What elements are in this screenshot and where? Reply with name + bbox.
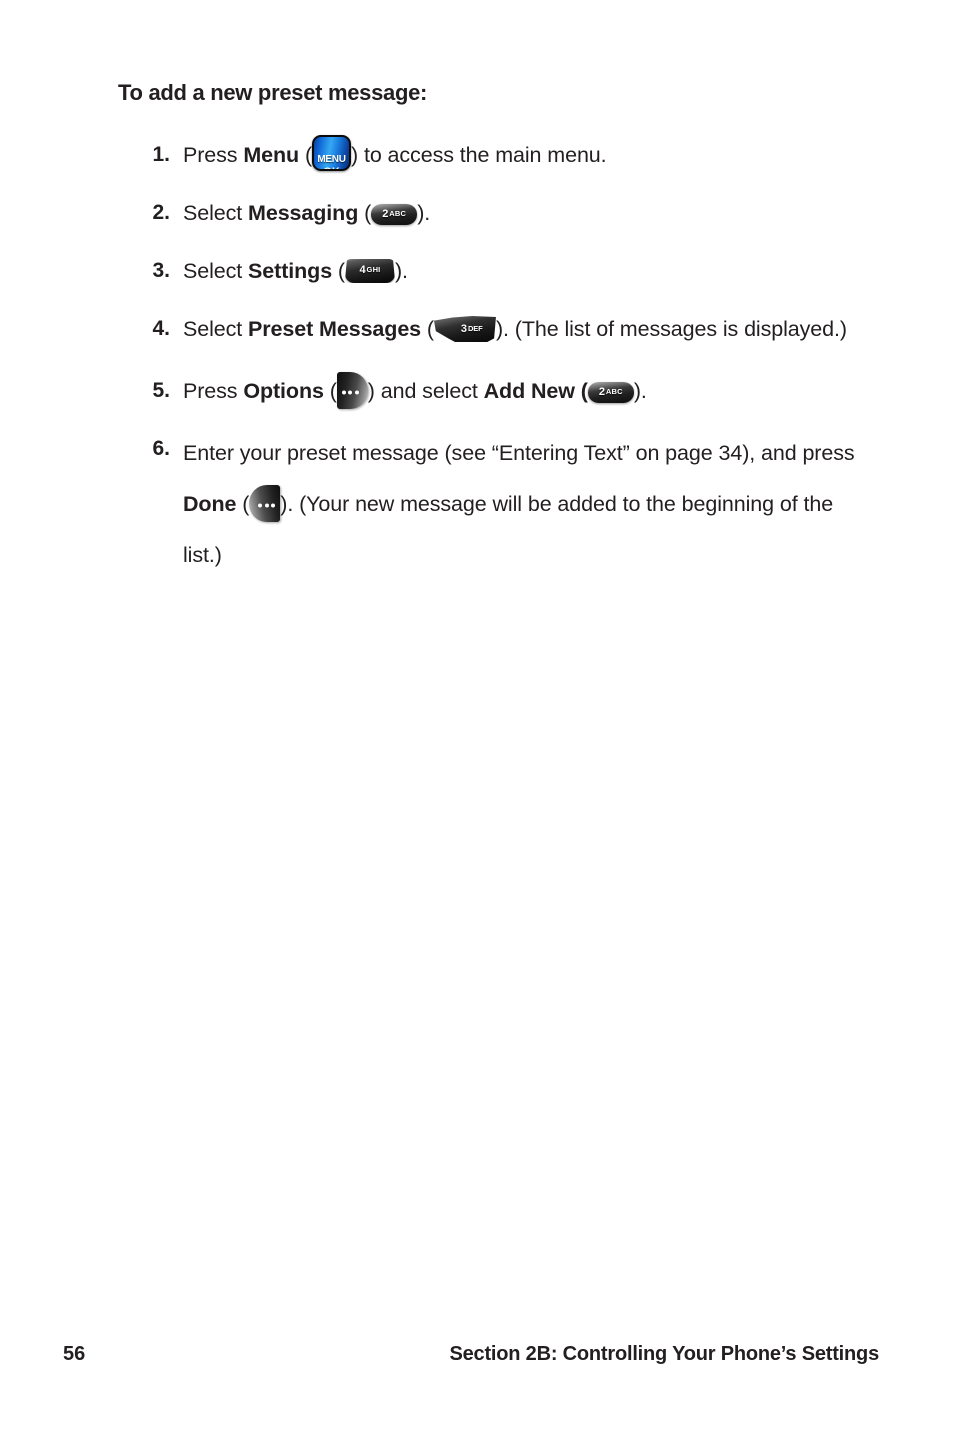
step-emphasis-options: Options [243, 379, 324, 403]
step-number: 3. [152, 259, 170, 282]
step-text-post: ). [394, 259, 408, 283]
step-text-mid: ( [358, 201, 372, 225]
step-emphasis-preset-messages: Preset Messages [248, 317, 422, 341]
key-2-abc-icon: 2ABC [371, 204, 418, 225]
key-letters: ABC [605, 387, 623, 396]
step-text-pre: Select [183, 201, 249, 225]
step-number: 5. [152, 379, 170, 402]
step-text-mid: ( [323, 379, 337, 403]
step-text-mid: ( [236, 492, 250, 516]
step-text: Enter your preset message (see “Entering… [183, 428, 874, 581]
key-letters: ABC [389, 209, 407, 218]
step-text-pre: Press [183, 143, 244, 167]
list-item-step-3: 3. Select Settings (4GHI). [0, 250, 954, 292]
page-title: To add a new preset message: [118, 80, 428, 105]
step-emphasis-menu: Menu [243, 143, 300, 167]
key-2-abc-label: 2ABC [588, 385, 634, 399]
step-text-pre: Select [183, 259, 249, 283]
list-item-step-5: 5. Press Options ( ) and select Add New (… [0, 370, 954, 412]
step-number: 4. [152, 317, 170, 340]
list-item-step-2: 2. Select Messaging (2ABC). [0, 192, 954, 234]
step-text-mid2: ) and select [367, 379, 484, 403]
key-letters: GHI [366, 265, 381, 274]
step-text-mid: ( [421, 317, 434, 341]
page-footer: 56 Section 2B: Controlling Your Phone’s … [0, 1343, 954, 1373]
step-text-mid: ( [299, 143, 313, 167]
step-text-post: ) to access the main menu. [351, 143, 607, 167]
step-text-post: ). [417, 201, 431, 225]
list-item-step-1: 1. Press Menu (MENUOK) to access the mai… [0, 134, 954, 176]
step-text-mid: ( [332, 259, 345, 283]
step-emphasis-settings: Settings [248, 259, 333, 283]
list-item-step-6: 6. Enter your preset message (see “Enter… [0, 428, 954, 581]
key-digit: 2 [382, 208, 389, 220]
step-emphasis-messaging: Messaging [248, 201, 359, 225]
step-text-pre: Select [183, 317, 249, 341]
ellipsis-dots-icon [337, 387, 368, 394]
menu-ok-key-icon: MENUOK [312, 135, 352, 171]
key-3-def-icon: 3DEF [433, 316, 496, 342]
soft-key-left-options-icon [336, 372, 368, 409]
menu-ok-key-label-line2: OK [314, 151, 349, 169]
step-text-post: ). (The list of messages is displayed.) [495, 317, 847, 341]
key-3-def-label: 3DEF [449, 322, 495, 336]
step-text-post: ). (Your new message will be added to th… [183, 492, 834, 567]
step-text: Select Messaging (2ABC). [183, 192, 874, 234]
soft-key-right-done-icon [249, 485, 281, 522]
step-number: 2. [152, 201, 170, 224]
step-text-pre: Enter your preset message (see “Entering… [183, 441, 855, 465]
footer-section-title: Section 2B: Controlling Your Phone’s Set… [449, 1343, 879, 1365]
key-letters: DEF [467, 324, 483, 333]
key-4-ghi-icon: 4GHI [344, 259, 395, 283]
key-digit: 3 [460, 323, 467, 335]
list-item-step-4: 4. Select Preset Messages (3DEF). (The l… [0, 308, 954, 350]
key-2-abc-icon: 2ABC [587, 382, 634, 403]
ellipsis-dots-icon [249, 500, 280, 507]
step-text: Select Settings (4GHI). [183, 250, 874, 292]
key-2-abc-label: 2ABC [371, 207, 417, 221]
step-number: 6. [152, 437, 170, 460]
step-text: Press Menu (MENUOK) to access the main m… [183, 134, 874, 176]
step-number: 1. [152, 143, 170, 166]
step-emphasis-done: Done [183, 492, 237, 516]
step-emphasis-add-new: Add New ( [483, 379, 588, 403]
key-digit: 4 [359, 264, 366, 276]
step-text-post: ). [633, 379, 647, 403]
key-4-ghi-label: 4GHI [345, 263, 395, 277]
step-text: Select Preset Messages (3DEF). (The list… [183, 308, 874, 350]
numbered-steps-list: 1. Press Menu (MENUOK) to access the mai… [0, 134, 954, 597]
step-text-pre: Press [183, 379, 244, 403]
manual-page: To add a new preset message: 1. Press Me… [0, 0, 954, 1431]
step-text: Press Options () and select Add New (2AB… [183, 370, 874, 412]
key-digit: 2 [598, 386, 605, 398]
